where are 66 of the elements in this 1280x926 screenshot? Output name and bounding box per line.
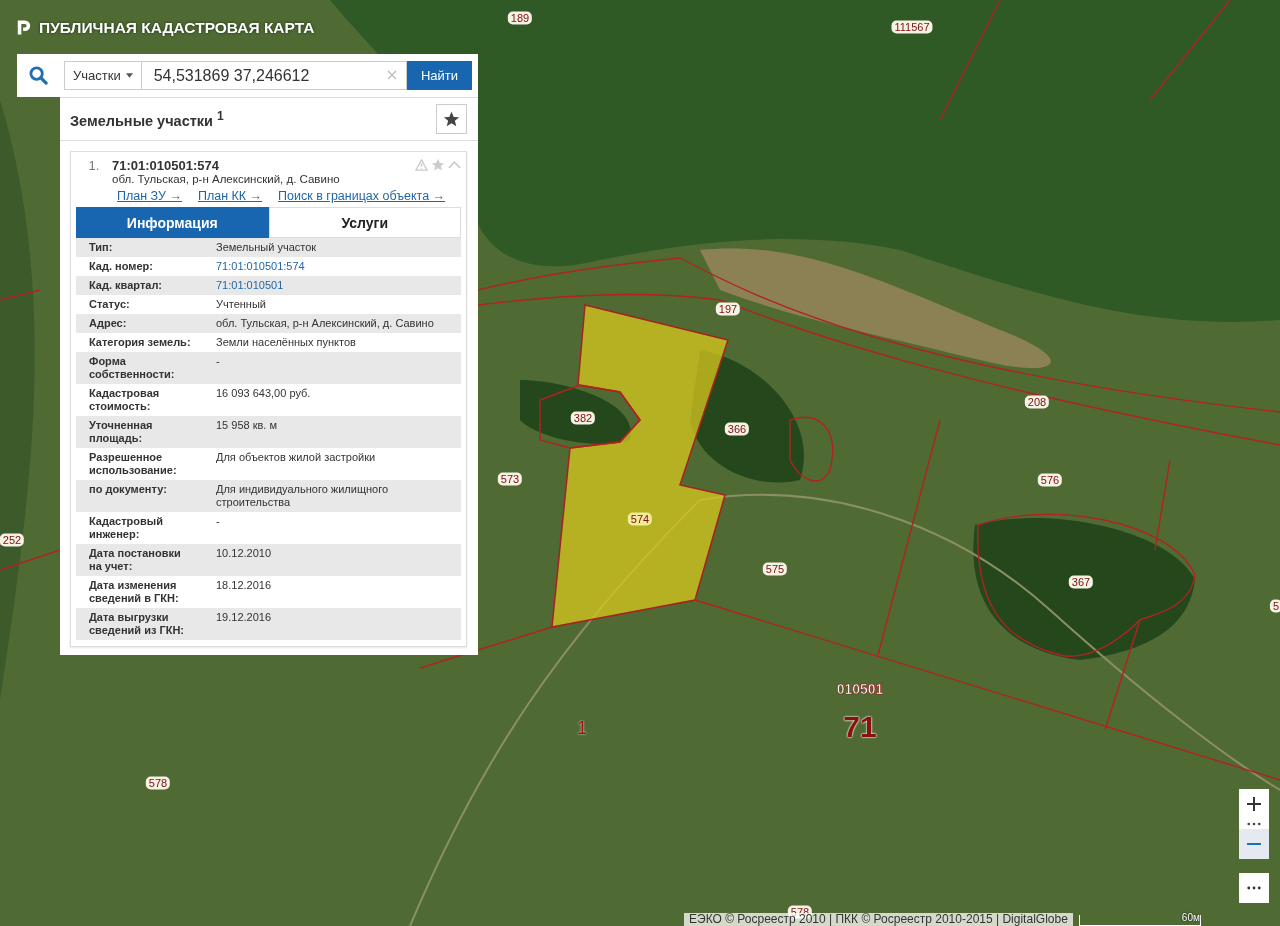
search-icon[interactable] — [29, 66, 48, 85]
zoom-out-button[interactable] — [1239, 829, 1269, 859]
result-number: 1. — [87, 158, 101, 173]
field-label: Кадастровая стоимость: — [88, 387, 161, 413]
more-button[interactable] — [1239, 873, 1269, 903]
map-label: 5 — [1269, 599, 1280, 613]
scale-bar: 60м — [1078, 915, 1201, 926]
tab[interactable]: Услуги — [268, 207, 461, 238]
logo-icon — [16, 18, 32, 37]
field-value: Земли населённых пунктов — [216, 336, 357, 349]
field-label: Статус: — [88, 298, 131, 311]
field-label: по документу: — [88, 483, 168, 497]
plus-icon — [1246, 796, 1262, 812]
field-value: 19.12.2016 — [216, 611, 273, 625]
warning-icon[interactable] — [415, 159, 428, 171]
map-label: 71 — [843, 712, 877, 742]
field-value: Земельный участок — [216, 241, 318, 254]
clear-icon[interactable] — [386, 70, 397, 80]
collapse-icon[interactable] — [448, 161, 461, 169]
field-value: 16 093 643,00 руб. — [216, 387, 312, 401]
star-icon[interactable] — [431, 158, 445, 172]
caret-icon — [125, 73, 133, 78]
field-value: 18.12.2016 — [216, 579, 273, 593]
field-label: Форма собственности: — [88, 355, 176, 381]
map-label: 010501 — [836, 682, 884, 696]
result-address: обл. Тульская, р-н Алексинский, д. Савино — [112, 173, 341, 185]
star-icon — [443, 110, 460, 128]
field-label: Дата выгрузки сведений из ГКН: — [88, 611, 186, 637]
field-value: - — [216, 355, 221, 369]
field-link[interactable]: 71:01:010501 — [216, 279, 461, 292]
field-value: 15 958 кв. м — [216, 419, 279, 433]
search-button[interactable]: Найти — [406, 61, 472, 90]
map-attribution: ЕЭКО © Росреестр 2010 | ПКК © Росреестр 2010-2015 | DigitalGlobe — [684, 913, 1073, 926]
field-label: Дата изменения сведений в ГКН: — [88, 579, 180, 605]
map-label: 1 — [577, 719, 587, 737]
field-value: Для индивидуального жилищного строительства — [216, 483, 390, 509]
search-field[interactable]: 54,531869 37,246612 — [141, 61, 407, 90]
field-label: Дата постановки на учет: — [88, 547, 182, 573]
map-label: 111567 — [891, 20, 933, 34]
minus-icon — [1246, 843, 1262, 845]
result-link[interactable]: План ЗУ → — [117, 189, 182, 203]
field-label: Кад. квартал: — [88, 279, 164, 292]
field-label: Кадастровый инженер: — [88, 515, 164, 541]
app-title: ПУБЛИЧНАЯ КАДАСТРОВАЯ КАРТА — [39, 18, 315, 37]
field-value: обл. Тульская, р-н Алексинский, д. Савино — [216, 317, 435, 330]
field-value: 10.12.2010 — [216, 547, 273, 561]
zoom-levels-icon — [1247, 822, 1261, 826]
more-icon — [1247, 886, 1261, 890]
field-value: Для объектов жилой застройки — [216, 451, 377, 465]
result-link[interactable]: План КК → — [197, 189, 263, 203]
field-label: Категория земель: — [88, 336, 192, 349]
field-value: Учтенный — [216, 298, 267, 311]
results-title: Земельные участки $^{1}$ — [70, 109, 224, 129]
field-label: Кад. номер: — [88, 260, 154, 273]
field-label: Адрес: — [88, 317, 128, 330]
result-link[interactable]: Поиск в границах объекта → — [278, 189, 446, 203]
map-label: 252 — [0, 533, 25, 547]
category-dropdown[interactable]: Участки — [64, 61, 142, 90]
field-value: - — [216, 515, 221, 529]
tab[interactable]: Информация — [76, 207, 269, 238]
field-label: Уточненная площадь: — [88, 419, 154, 445]
field-link[interactable]: 71:01:010501:574 — [216, 260, 461, 273]
favorites-button[interactable] — [436, 104, 467, 134]
field-label: Разрешенное использование: — [88, 451, 178, 477]
cadastral-number: 71:01:010501:574 — [112, 158, 220, 173]
field-label: Тип: — [88, 241, 114, 254]
